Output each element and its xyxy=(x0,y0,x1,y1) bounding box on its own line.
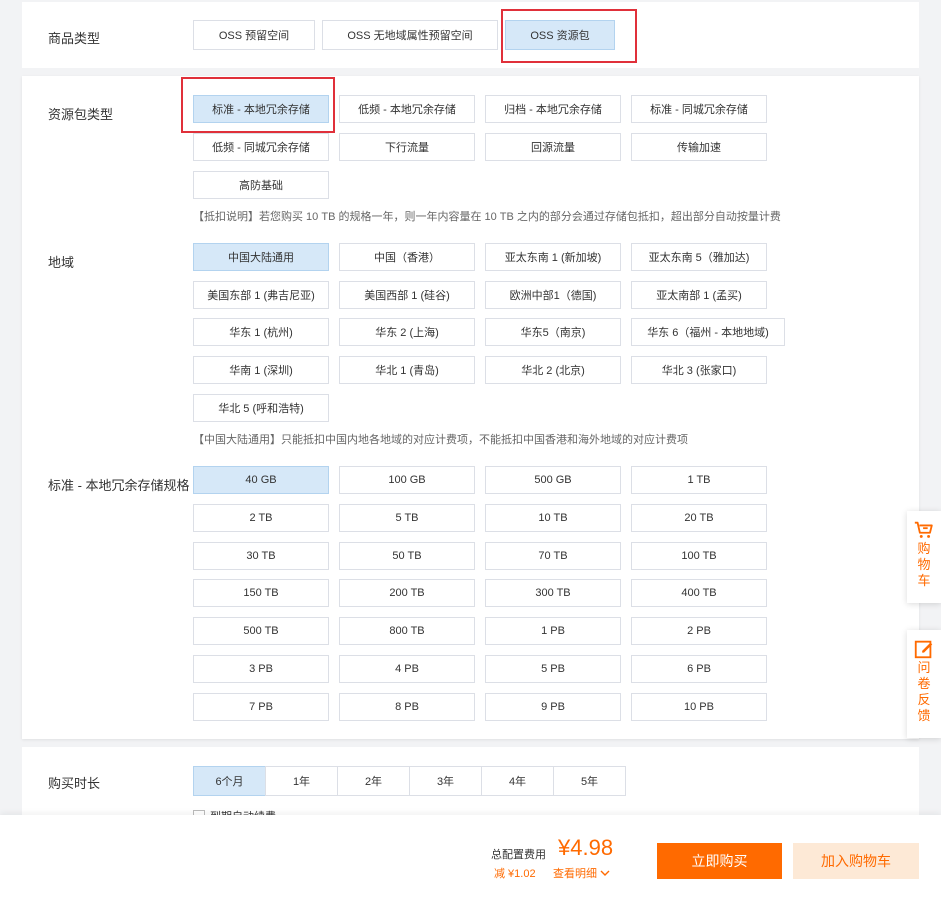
duration-option[interactable]: 2年 xyxy=(337,766,410,796)
spec-option[interactable]: 2 PB xyxy=(631,617,767,646)
details-link-label: 查看明细 xyxy=(553,868,597,880)
region-option[interactable]: 亚太南部 1 (孟买) xyxy=(631,280,767,309)
spec-option[interactable]: 4 PB xyxy=(339,655,475,683)
spec-label: 标准 - 本地冗余存储规格 xyxy=(48,478,190,493)
discount-amount: 减 ¥1.02 xyxy=(494,868,536,880)
product-type-option-resource-pack[interactable]: OSS 资源包 xyxy=(505,20,615,50)
region-option[interactable]: 亚太东南 1 (新加坡) xyxy=(485,243,621,271)
spec-option[interactable]: 800 TB xyxy=(339,617,475,646)
package-type-option[interactable]: 传输加速 xyxy=(631,133,767,161)
total-cost-label: 总配置费用 xyxy=(491,849,546,861)
spec-option[interactable]: 300 TB xyxy=(485,579,621,608)
total-price: ¥4.98 xyxy=(558,835,614,860)
buy-now-button[interactable]: 立即购买 xyxy=(657,843,782,879)
spec-option[interactable]: 8 PB xyxy=(339,692,475,721)
spec-option[interactable]: 7 PB xyxy=(193,692,329,721)
package-type-option[interactable]: 高防基础 xyxy=(193,171,329,199)
product-type-label: 商品类型 xyxy=(48,31,101,46)
region-option[interactable]: 华南 1 (深圳) xyxy=(193,356,329,385)
spec-option[interactable]: 150 TB xyxy=(193,579,329,608)
region-option[interactable]: 华东5（南京) xyxy=(485,318,621,347)
side-cart-label: 购物车 xyxy=(917,541,931,588)
product-type-section: 商品类型 OSS 预留空间 OSS 无地域属性预留空间 OSS 资源包 xyxy=(22,2,919,68)
side-survey-button[interactable]: 问卷反馈 xyxy=(907,630,941,738)
spec-option[interactable]: 10 PB xyxy=(631,692,767,721)
spec-option[interactable]: 100 TB xyxy=(631,541,767,570)
footer-bar: 总配置费用 ¥4.98 减 ¥1.02 查看明细 立即购买 加入购物车 xyxy=(0,815,941,903)
spec-option[interactable]: 40 GB xyxy=(193,466,329,494)
details-link[interactable]: 查看明细 xyxy=(553,865,610,881)
spec-option[interactable]: 3 PB xyxy=(193,655,329,683)
spec-option[interactable]: 30 TB xyxy=(193,541,329,570)
package-type-option[interactable]: 低频 - 本地冗余存储 xyxy=(339,95,475,123)
spec-option[interactable]: 400 TB xyxy=(631,579,767,608)
spec-option[interactable]: 1 TB xyxy=(631,466,767,494)
region-option[interactable]: 美国东部 1 (弗吉尼亚) xyxy=(193,280,329,309)
package-type-option[interactable]: 下行流量 xyxy=(339,133,475,161)
package-type-option[interactable]: 归档 - 本地冗余存储 xyxy=(485,95,621,123)
spec-option[interactable]: 200 TB xyxy=(339,579,475,608)
region-note: 【中国大陆通用】只能抵扣中国内地各地域的对应计费项，不能抵扣中国香港和海外地域的… xyxy=(193,434,688,446)
edit-icon xyxy=(914,640,933,659)
spec-option[interactable]: 6 PB xyxy=(631,655,767,683)
region-option[interactable]: 华东 1 (杭州) xyxy=(193,318,329,347)
product-type-option-reserved[interactable]: OSS 预留空间 xyxy=(193,20,315,50)
region-option[interactable]: 美国西部 1 (硅谷) xyxy=(339,280,475,309)
spec-option[interactable]: 10 TB xyxy=(485,503,621,532)
spec-option[interactable]: 100 GB xyxy=(339,466,475,494)
spec-option[interactable]: 5 PB xyxy=(485,655,621,683)
package-type-option[interactable]: 标准 - 同城冗余存储 xyxy=(631,95,767,123)
duration-option[interactable]: 1年 xyxy=(265,766,338,796)
duration-option[interactable]: 3年 xyxy=(409,766,482,796)
package-type-option[interactable]: 回源流量 xyxy=(485,133,621,161)
package-type-note: 【抵扣说明】若您购买 10 TB 的规格一年，则一年内容量在 10 TB 之内的… xyxy=(193,211,781,223)
duration-label: 购买时长 xyxy=(48,776,101,791)
cart-icon xyxy=(914,521,933,538)
spec-option[interactable]: 1 PB xyxy=(485,617,621,646)
region-option[interactable]: 华北 5 (呼和浩特) xyxy=(193,393,329,422)
duration-option[interactable]: 4年 xyxy=(481,766,554,796)
package-type-label: 资源包类型 xyxy=(48,107,114,122)
region-option[interactable]: 欧洲中部1（德国) xyxy=(485,280,621,309)
region-option[interactable]: 中国大陆通用 xyxy=(193,243,329,271)
add-to-cart-button[interactable]: 加入购物车 xyxy=(793,843,919,879)
region-option[interactable]: 亚太东南 5（雅加达) xyxy=(631,243,767,271)
region-option[interactable]: 华东 6（福州 - 本地地域) xyxy=(631,318,785,347)
region-option[interactable]: 中国（香港） xyxy=(339,243,475,271)
spec-option[interactable]: 9 PB xyxy=(485,692,621,721)
region-option[interactable]: 华北 3 (张家口) xyxy=(631,356,767,385)
chevron-down-icon xyxy=(600,870,610,876)
region-option[interactable]: 华北 1 (青岛) xyxy=(339,356,475,385)
spec-option[interactable]: 2 TB xyxy=(193,503,329,532)
spec-option[interactable]: 20 TB xyxy=(631,503,767,532)
product-type-option-no-region-reserved[interactable]: OSS 无地域属性预留空间 xyxy=(322,20,498,50)
spec-option[interactable]: 70 TB xyxy=(485,541,621,570)
package-type-option[interactable]: 标准 - 本地冗余存储 xyxy=(193,95,329,123)
spec-option[interactable]: 500 GB xyxy=(485,466,621,494)
side-cart-button[interactable]: 购物车 xyxy=(907,511,941,603)
duration-option[interactable]: 6个月 xyxy=(193,766,266,796)
duration-option[interactable]: 5年 xyxy=(553,766,626,796)
side-survey-label: 问卷反馈 xyxy=(917,660,931,723)
region-label: 地域 xyxy=(48,255,75,270)
spec-option[interactable]: 50 TB xyxy=(339,541,475,570)
region-option[interactable]: 华北 2 (北京) xyxy=(485,356,621,385)
spec-option[interactable]: 500 TB xyxy=(193,617,329,646)
configuration-section: 资源包类型 标准 - 本地冗余存储 低频 - 本地冗余存储 归档 - 本地冗余存储标… xyxy=(22,76,919,739)
spec-option[interactable]: 5 TB xyxy=(339,503,475,532)
region-option[interactable]: 华东 2 (上海) xyxy=(339,318,475,347)
duration-options: 6个月 1年 2年 3年 4年 5年 xyxy=(193,766,626,796)
package-type-option[interactable]: 低频 - 同城冗余存储 xyxy=(193,133,329,161)
